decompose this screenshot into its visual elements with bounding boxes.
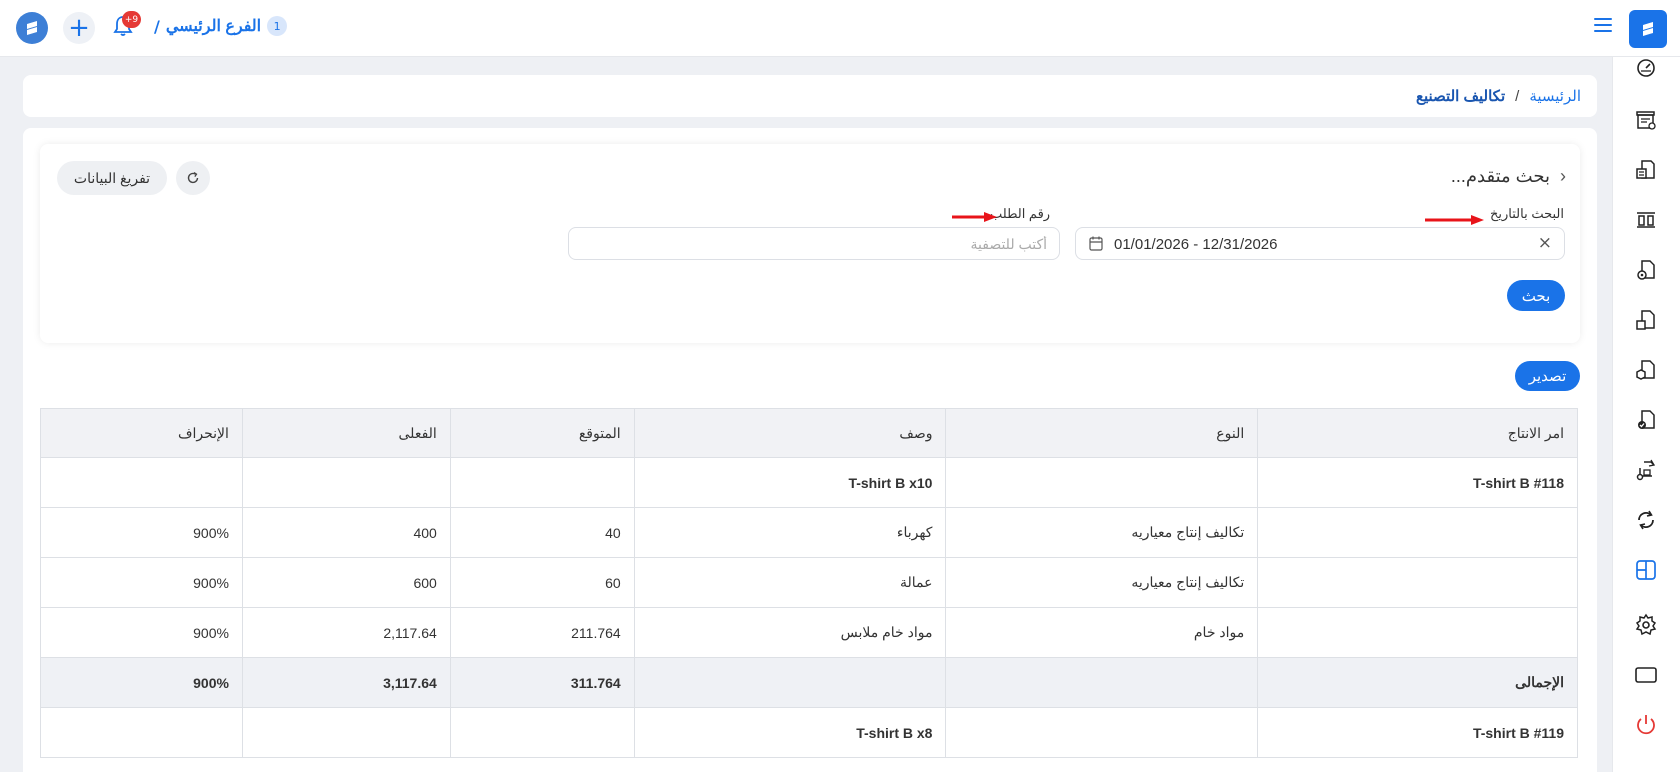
- tablet-icon[interactable]: [1631, 660, 1661, 690]
- table-row[interactable]: تكاليف إنتاج معياريه كهرباء 40 400 900%: [40, 507, 1578, 558]
- table-cell: مواد خام ملابس: [633, 607, 947, 658]
- search-button[interactable]: بحث: [1507, 280, 1565, 311]
- app-logo-icon[interactable]: [1629, 10, 1667, 48]
- table-cell: [945, 657, 1259, 708]
- table-cell: [40, 707, 243, 758]
- gear-icon[interactable]: [1631, 610, 1661, 640]
- breadcrumb-current: تكاليف التصنيع: [1416, 88, 1506, 105]
- chevron-left-icon: ‹: [1560, 166, 1566, 186]
- table-row[interactable]: مواد خام مواد خام ملابس 211.764 2,117.64…: [40, 607, 1578, 658]
- column-header[interactable]: وصف: [633, 408, 947, 458]
- column-header[interactable]: النوع: [945, 408, 1259, 458]
- branch-separator: /: [154, 16, 160, 36]
- column-header[interactable]: المتوقع: [449, 408, 635, 458]
- table-cell: 900%: [40, 507, 243, 558]
- clear-date-icon[interactable]: ×: [1538, 233, 1552, 253]
- table-cell: [1257, 607, 1578, 658]
- document-check-icon[interactable]: [1631, 405, 1661, 435]
- advanced-search-panel: ‹ بحث متقدم... البحث بالتاريخ رقم الطلب …: [40, 144, 1580, 343]
- table-cell: تكاليف إنتاج معياريه: [945, 507, 1259, 558]
- breadcrumb: الرئيسية / تكاليف التصنيع: [23, 75, 1597, 117]
- table-row[interactable]: T-shirt B #119 T-shirt B x8: [40, 707, 1578, 758]
- table-cell: 600: [241, 557, 451, 608]
- table-cell: 211.764: [449, 607, 635, 658]
- table-cell: [1257, 557, 1578, 608]
- table-cell: [40, 457, 243, 508]
- power-icon[interactable]: [1631, 710, 1661, 740]
- date-filter-label: البحث بالتاريخ: [1490, 206, 1564, 221]
- table-cell: 900%: [40, 657, 243, 708]
- table-cell: [1257, 507, 1578, 558]
- table-cell: 60: [449, 557, 635, 608]
- date-range-value: 01/01/2026 - 12/31/2026: [1114, 236, 1278, 253]
- red-arrow-icon: [952, 212, 997, 222]
- column-header[interactable]: امر الانتاج: [1257, 408, 1578, 458]
- truck-arrow-icon[interactable]: [1631, 455, 1661, 485]
- brand-logo-icon[interactable]: [16, 12, 48, 44]
- table-row[interactable]: تكاليف إنتاج معياريه عمالة 60 600 900%: [40, 557, 1578, 608]
- table-total-row[interactable]: الإجمالى 311.764 3,117.64 900%: [40, 657, 1578, 708]
- table-cell: T-shirt B x8: [633, 707, 947, 758]
- table-cell: الإجمالى: [1257, 657, 1578, 708]
- columns-icon[interactable]: [1631, 205, 1661, 235]
- menu-icon[interactable]: [1594, 18, 1612, 34]
- clear-data-button[interactable]: تفريغ البيانات: [57, 161, 167, 195]
- table-cell: [241, 707, 451, 758]
- table-cell: 40: [449, 507, 635, 558]
- refresh-icon: [187, 171, 199, 184]
- table-cell: تكاليف إنتاج معياريه: [945, 557, 1259, 608]
- order-number-field[interactable]: [568, 227, 1060, 260]
- table-cell: 311.764: [449, 657, 635, 708]
- breadcrumb-home-link[interactable]: الرئيسية: [1529, 87, 1581, 105]
- table-cell: 3,117.64: [241, 657, 451, 708]
- branch-selector[interactable]: 1 الفرع الرئيسي /: [154, 16, 288, 36]
- order-number-label: رقم الطلب: [990, 206, 1051, 221]
- notification-badge: +9: [122, 11, 141, 28]
- cash-register-icon[interactable]: [1631, 155, 1661, 185]
- manufacturing-costs-table: امر الانتاج النوع وصف المتوقع الفعلى الإ…: [40, 408, 1578, 758]
- refresh-button[interactable]: [176, 161, 210, 195]
- document-eye-icon[interactable]: [1631, 255, 1661, 285]
- branch-name: الفرع الرئيسي: [165, 18, 262, 35]
- calendar-icon: [1089, 236, 1103, 251]
- table-header-row: امر الانتاج النوع وصف المتوقع الفعلى الإ…: [40, 408, 1578, 458]
- column-header[interactable]: الفعلى: [241, 408, 451, 458]
- red-arrow-icon: [1425, 215, 1484, 225]
- breadcrumb-separator: /: [1515, 87, 1520, 105]
- main-card: ‹ بحث متقدم... البحث بالتاريخ رقم الطلب …: [23, 128, 1597, 772]
- column-header[interactable]: الإنحراف: [40, 408, 243, 458]
- table-cell: T-shirt B #118: [1257, 457, 1578, 508]
- document-box-icon[interactable]: [1631, 355, 1661, 385]
- table-cell: [945, 457, 1259, 508]
- layout-icon[interactable]: [1631, 555, 1661, 585]
- store-icon[interactable]: [1631, 105, 1661, 135]
- table-cell: [945, 707, 1259, 758]
- table-cell: 400: [241, 507, 451, 558]
- branch-number: 1: [267, 16, 288, 36]
- gauge-icon[interactable]: [1631, 53, 1661, 83]
- table-cell: عمالة: [633, 557, 947, 608]
- export-button[interactable]: تصدير: [1515, 361, 1580, 391]
- add-button[interactable]: +: [63, 12, 95, 44]
- table-cell: [449, 457, 635, 508]
- sidebar: [1612, 57, 1680, 772]
- table-cell: مواد خام: [945, 607, 1259, 658]
- table-cell: [449, 707, 635, 758]
- table-cell: 900%: [40, 607, 243, 658]
- advanced-search-toggle[interactable]: ‹ بحث متقدم...: [1451, 166, 1566, 187]
- table-cell: T-shirt B #119: [1257, 707, 1578, 758]
- document-up-icon[interactable]: [1631, 305, 1661, 335]
- table-cell: T-shirt B x10: [633, 457, 947, 508]
- order-number-input[interactable]: [569, 228, 1059, 259]
- top-bar: + +9 1 الفرع الرئيسي /: [0, 0, 1680, 57]
- table-row[interactable]: T-shirt B #118 T-shirt B x10: [40, 457, 1578, 508]
- advanced-search-title: بحث متقدم...: [1450, 166, 1550, 186]
- table-cell: [241, 457, 451, 508]
- table-cell: 2,117.64: [241, 607, 451, 658]
- date-range-input[interactable]: 01/01/2026 - 12/31/2026 ×: [1075, 227, 1565, 260]
- sync-icon[interactable]: [1631, 505, 1661, 535]
- table-cell: [633, 657, 947, 708]
- table-cell: كهرباء: [633, 507, 947, 558]
- table-cell: 900%: [40, 557, 243, 608]
